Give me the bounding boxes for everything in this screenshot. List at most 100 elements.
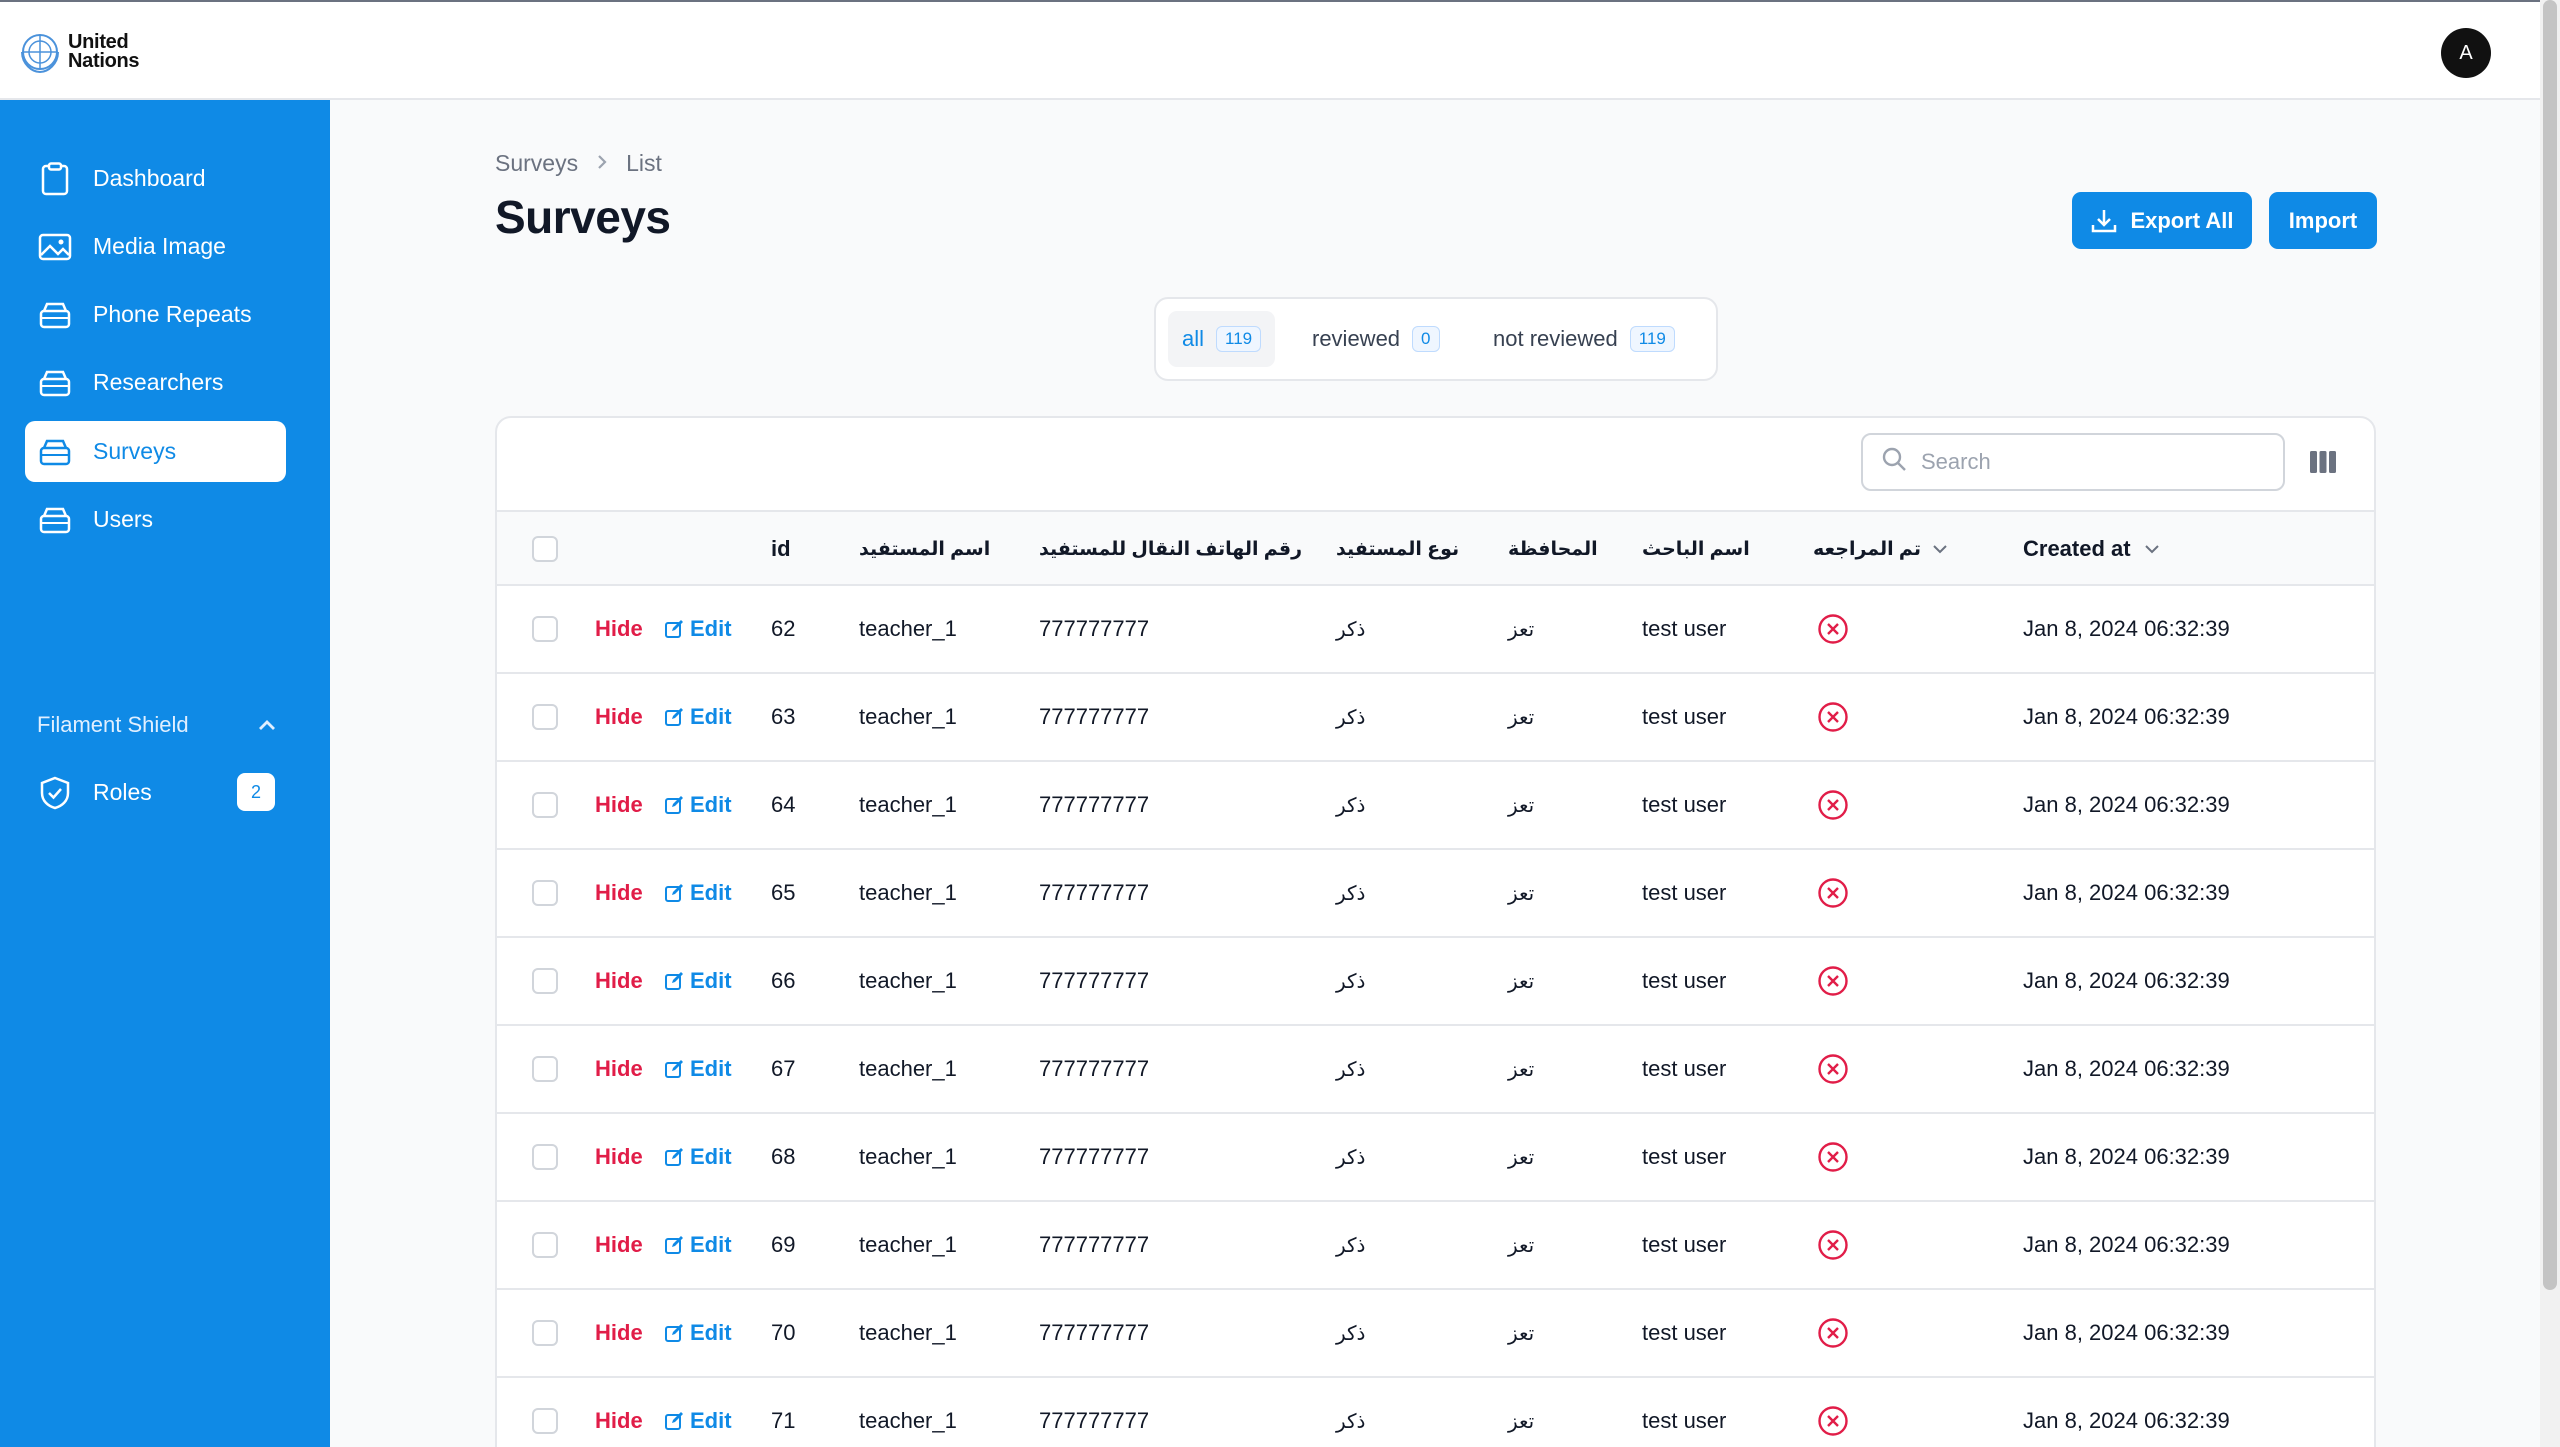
un-logo[interactable]: United Nations: [18, 30, 140, 74]
select-all-cell: [532, 512, 558, 586]
column-header-governorate[interactable]: المحافظة: [1508, 512, 1598, 586]
hide-link[interactable]: Hide: [595, 968, 643, 994]
sidebar-item-dashboard[interactable]: Dashboard: [25, 148, 286, 209]
row-checkbox[interactable]: [532, 616, 558, 642]
export-all-button[interactable]: Export All: [2072, 192, 2252, 249]
table-row[interactable]: Hide Edit 69 teacher_1 777777777 ذكر تعز test u…: [497, 1202, 2374, 1290]
row-hide-action[interactable]: Hide: [595, 762, 643, 848]
table-row[interactable]: Hide Edit 62 teacher_1 777777777 ذكر تعز test u…: [497, 586, 2374, 674]
hide-link[interactable]: Hide: [595, 616, 643, 642]
row-checkbox[interactable]: [532, 704, 558, 730]
column-header-reviewed[interactable]: تم المراجعه: [1813, 512, 1949, 586]
hide-link[interactable]: Hide: [595, 1408, 643, 1434]
breadcrumb-surveys[interactable]: Surveys: [495, 150, 578, 177]
row-edit-action[interactable]: Edit: [664, 586, 732, 672]
edit-link[interactable]: Edit: [664, 1232, 732, 1258]
row-checkbox[interactable]: [532, 1408, 558, 1434]
edit-link[interactable]: Edit: [664, 704, 732, 730]
column-header-beneficiary-phone[interactable]: رقم الهاتف النقال للمستفيد: [1039, 512, 1302, 586]
import-label: Import: [2288, 207, 2358, 233]
edit-link[interactable]: Edit: [664, 792, 732, 818]
table-row[interactable]: Hide Edit 63 teacher_1 777777777 ذكر تعز test u…: [497, 674, 2374, 762]
row-edit-action[interactable]: Edit: [664, 1202, 732, 1288]
row-edit-action[interactable]: Edit: [664, 674, 732, 760]
edit-link[interactable]: Edit: [664, 1056, 732, 1082]
cell-reviewed: [1817, 938, 1849, 1024]
hide-link[interactable]: Hide: [595, 1232, 643, 1258]
columns-toggle-icon[interactable]: [2309, 448, 2337, 476]
edit-link[interactable]: Edit: [664, 880, 732, 906]
sidebar-item-researchers[interactable]: Researchers: [25, 352, 286, 413]
table-row[interactable]: Hide Edit 66 teacher_1 777777777 ذكر تعز test u…: [497, 938, 2374, 1026]
table-row[interactable]: Hide Edit 67 teacher_1 777777777 ذكر تعز test u…: [497, 1026, 2374, 1114]
table-row[interactable]: Hide Edit 71 teacher_1 777777777 ذكر تعز test u…: [497, 1378, 2374, 1447]
cell-reviewed: [1817, 1114, 1849, 1200]
un-emblem-icon: [21, 34, 59, 74]
table-row[interactable]: Hide Edit 64 teacher_1 777777777 ذكر تعز test u…: [497, 762, 2374, 850]
tab-reviewed[interactable]: reviewed 0: [1298, 311, 1454, 367]
sidebar-item-label: Roles: [93, 779, 152, 805]
column-header-beneficiary-name[interactable]: اسم المستفيد: [859, 512, 990, 586]
row-checkbox[interactable]: [532, 1320, 558, 1346]
row-edit-action[interactable]: Edit: [664, 850, 732, 936]
table-row[interactable]: Hide Edit 70 teacher_1 777777777 ذكر تعز test u…: [497, 1290, 2374, 1378]
edit-link[interactable]: Edit: [664, 616, 732, 642]
sidebar-item-roles[interactable]: Roles 2: [25, 762, 286, 823]
row-edit-action[interactable]: Edit: [664, 762, 732, 848]
edit-link[interactable]: Edit: [664, 1408, 732, 1434]
table-row[interactable]: Hide Edit 65 teacher_1 777777777 ذكر تعز test u…: [497, 850, 2374, 938]
edit-link[interactable]: Edit: [664, 1144, 732, 1170]
select-all-checkbox[interactable]: [532, 536, 558, 562]
column-header-created-at[interactable]: Created at: [2023, 512, 2161, 586]
import-button[interactable]: Import: [2269, 192, 2377, 249]
tab-not-reviewed[interactable]: not reviewed 119: [1479, 311, 1689, 367]
row-checkbox[interactable]: [532, 1232, 558, 1258]
row-hide-action[interactable]: Hide: [595, 1202, 643, 1288]
sidebar-item-users[interactable]: Users: [25, 489, 286, 550]
edit-link[interactable]: Edit: [664, 1320, 732, 1346]
column-header-id[interactable]: id: [771, 512, 791, 586]
hide-link[interactable]: Hide: [595, 792, 643, 818]
hide-link[interactable]: Hide: [595, 704, 643, 730]
tab-all[interactable]: all 119: [1168, 311, 1276, 367]
row-hide-action[interactable]: Hide: [595, 938, 643, 1024]
row-hide-action[interactable]: Hide: [595, 850, 643, 936]
row-hide-action[interactable]: Hide: [595, 1114, 643, 1200]
page-scrollbar-thumb[interactable]: [2543, 0, 2557, 1290]
cell-researcher: test user: [1642, 1144, 1727, 1169]
row-checkbox[interactable]: [532, 1144, 558, 1170]
sidebar-item-label: Media Image: [93, 233, 226, 259]
row-hide-action[interactable]: Hide: [595, 1026, 643, 1112]
column-header-researcher[interactable]: اسم الباحث: [1642, 512, 1750, 586]
sidebar-item-phone-repeats[interactable]: Phone Repeats: [25, 284, 286, 345]
row-edit-action[interactable]: Edit: [664, 1378, 732, 1447]
row-hide-action[interactable]: Hide: [595, 1378, 643, 1447]
hide-link[interactable]: Hide: [595, 1144, 643, 1170]
row-checkbox[interactable]: [532, 968, 558, 994]
row-edit-action[interactable]: Edit: [664, 1290, 732, 1376]
cell-researcher: test user: [1642, 792, 1727, 817]
row-hide-action[interactable]: Hide: [595, 586, 643, 672]
row-edit-action[interactable]: Edit: [664, 1114, 732, 1200]
row-checkbox[interactable]: [532, 880, 558, 906]
table-row[interactable]: Hide Edit 68 teacher_1 777777777 ذكر تعز test u…: [497, 1114, 2374, 1202]
row-edit-action[interactable]: Edit: [664, 1026, 732, 1112]
hide-link[interactable]: Hide: [595, 880, 643, 906]
row-edit-action[interactable]: Edit: [664, 938, 732, 1024]
row-checkbox[interactable]: [532, 792, 558, 818]
hide-link[interactable]: Hide: [595, 1320, 643, 1346]
cell-reviewed: [1817, 586, 1849, 672]
user-avatar[interactable]: A: [2441, 28, 2491, 78]
edit-label: Edit: [690, 968, 732, 993]
sidebar-group-filament-shield[interactable]: Filament Shield: [37, 705, 277, 745]
column-header-beneficiary-type[interactable]: نوع المستفيد: [1336, 512, 1459, 586]
sidebar-item-surveys[interactable]: Surveys: [25, 421, 286, 482]
row-checkbox[interactable]: [532, 1056, 558, 1082]
sidebar-item-media-image[interactable]: Media Image: [25, 216, 286, 277]
cell-reviewed: [1817, 1290, 1849, 1376]
row-hide-action[interactable]: Hide: [595, 1290, 643, 1376]
edit-link[interactable]: Edit: [664, 968, 732, 994]
search-input[interactable]: Search: [1861, 433, 2285, 491]
row-hide-action[interactable]: Hide: [595, 674, 643, 760]
hide-link[interactable]: Hide: [595, 1056, 643, 1082]
